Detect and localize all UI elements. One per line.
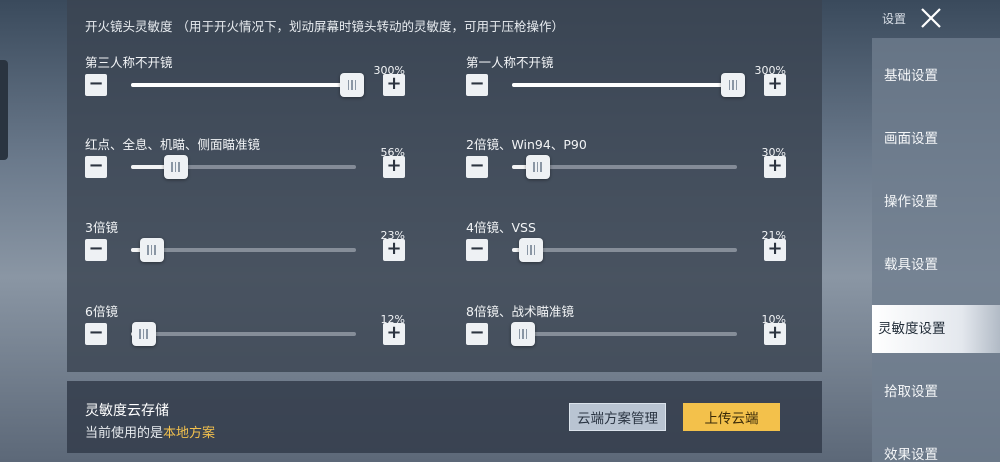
slider-fill — [512, 83, 733, 87]
sidebar-nav-item[interactable]: 操作设置 — [872, 178, 1000, 226]
slider-thumb[interactable] — [511, 322, 536, 346]
upload-cloud-button[interactable]: 上传云端 — [683, 403, 780, 431]
slider-thumb[interactable] — [721, 73, 745, 97]
slider-track[interactable] — [511, 322, 737, 346]
slider-track[interactable] — [131, 155, 356, 179]
decrease-button[interactable]: − — [466, 156, 488, 178]
sensitivity-setting: 红点、全息、机瞄、侧面瞄准镜 56% − + — [85, 134, 405, 204]
setting-label: 4倍镜、VSS — [466, 220, 536, 235]
sensitivity-setting: 6倍镜 12% − + — [85, 301, 405, 371]
sensitivity-setting: 第三人称不开镜 300% − + — [85, 52, 405, 122]
setting-label: 第一人称不开镜 — [466, 55, 554, 70]
sidebar-nav-item[interactable]: 拾取设置 — [872, 368, 1000, 416]
decrease-button[interactable]: − — [466, 239, 488, 261]
sensitivity-setting: 第一人称不开镜 300% − + — [466, 52, 786, 122]
setting-label: 2倍镜、Win94、P90 — [466, 137, 587, 152]
setting-label: 6倍镜 — [85, 304, 118, 319]
slider-thumb[interactable] — [340, 73, 364, 97]
increase-button[interactable]: + — [383, 156, 405, 178]
current-plan-name: 本地方案 — [163, 426, 216, 441]
slider-track[interactable] — [131, 322, 356, 346]
increase-button[interactable]: + — [764, 74, 786, 96]
sidebar-title: 设置 — [882, 12, 907, 26]
increase-button[interactable]: + — [764, 156, 786, 178]
setting-label: 红点、全息、机瞄、侧面瞄准镜 — [85, 137, 261, 152]
slider-track[interactable] — [512, 155, 737, 179]
slider-thumb[interactable] — [139, 238, 164, 262]
slider-thumb[interactable] — [519, 238, 544, 262]
slider-track[interactable] — [131, 73, 364, 97]
current-plan-prefix: 当前使用的是 — [85, 426, 164, 441]
slider-thumb[interactable] — [525, 155, 550, 179]
cloud-storage-title: 灵敏度云存储 — [85, 403, 169, 419]
cloud-plan-manage-button[interactable]: 云端方案管理 — [569, 403, 666, 431]
decrease-button[interactable]: − — [85, 323, 107, 345]
decrease-button[interactable]: − — [85, 156, 107, 178]
slider-track[interactable] — [512, 238, 737, 262]
close-icon[interactable] — [916, 3, 946, 33]
left-edge-handle — [0, 60, 8, 160]
sensitivity-setting: 4倍镜、VSS 21% − + — [466, 217, 786, 287]
setting-label: 8倍镜、战术瞄准镜 — [466, 304, 574, 319]
slider-thumb[interactable] — [163, 155, 188, 179]
decrease-button[interactable]: − — [466, 323, 488, 345]
sidebar-nav-item[interactable]: 灵敏度设置 — [872, 305, 1000, 353]
sidebar-nav-item[interactable]: 基础设置 — [872, 52, 1000, 100]
increase-button[interactable]: + — [383, 239, 405, 261]
setting-label: 3倍镜 — [85, 220, 118, 235]
sensitivity-setting: 2倍镜、Win94、P90 30% − + — [466, 134, 786, 204]
slider-fill — [131, 83, 352, 87]
current-plan-text: 当前使用的是本地方案 — [85, 422, 215, 441]
slider-track[interactable] — [131, 238, 356, 262]
decrease-button[interactable]: − — [85, 239, 107, 261]
decrease-button[interactable]: − — [466, 74, 488, 96]
sensitivity-setting: 8倍镜、战术瞄准镜 10% − + — [466, 301, 786, 371]
increase-button[interactable]: + — [764, 323, 786, 345]
increase-button[interactable]: + — [383, 323, 405, 345]
increase-button[interactable]: + — [764, 239, 786, 261]
increase-button[interactable]: + — [383, 74, 405, 96]
sidebar-nav-item[interactable]: 画面设置 — [872, 115, 1000, 163]
sidebar-header: 设置 — [872, 0, 1000, 38]
decrease-button[interactable]: − — [85, 74, 107, 96]
slider-track[interactable] — [512, 73, 745, 97]
setting-label: 第三人称不开镜 — [85, 55, 173, 70]
sensitivity-setting: 3倍镜 23% − + — [85, 217, 405, 287]
panel-title: 开火镜头灵敏度 （用于开火情况下，划动屏幕时镜头转动的灵敏度，可用于压枪操作） — [85, 19, 564, 34]
sidebar-nav-item[interactable]: 载具设置 — [872, 241, 1000, 289]
slider-thumb[interactable] — [131, 322, 156, 346]
sidebar-nav-item[interactable]: 效果设置 — [872, 431, 1000, 462]
